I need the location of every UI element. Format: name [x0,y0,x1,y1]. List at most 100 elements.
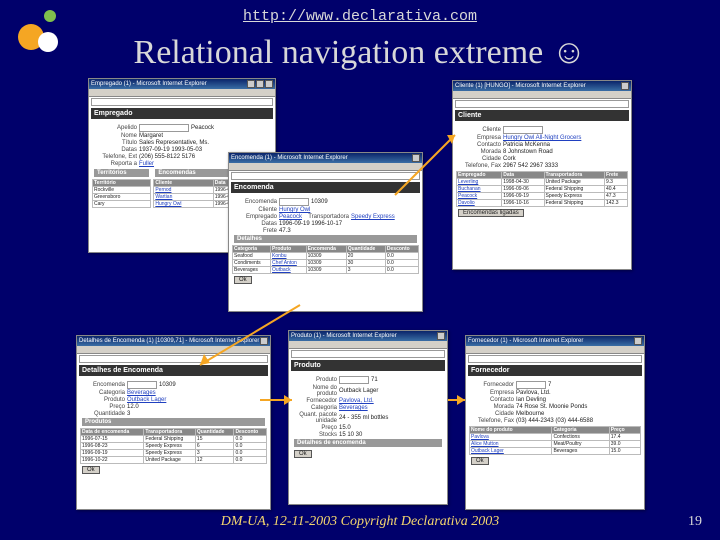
close-icon[interactable] [634,337,642,345]
page-heading: Encomenda [231,182,420,193]
link[interactable]: Pavlova, Ltd. [339,398,374,404]
subheading: Detalhes [234,235,417,243]
label: Datas [232,221,277,227]
value: Ian Devling [516,397,546,403]
link[interactable]: Beverages [127,390,156,396]
address-bar[interactable] [91,98,273,106]
label: Quant. pacote unidade [292,412,337,424]
window-fornecedor: Fornecedor (1) - Microsoft Internet Expl… [465,335,645,510]
titlebar: Cliente (1) [HUNGO] - Microsoft Internet… [453,81,631,91]
close-icon[interactable] [260,337,268,345]
ok-button[interactable]: Ok [234,276,252,284]
min-icon[interactable] [247,80,255,88]
label: Stocks [292,432,337,438]
label: Reporta a [92,161,137,167]
value: (206) 555-8122 5176 [139,154,195,160]
ok-button[interactable]: Ok [82,466,100,474]
address-bar[interactable] [468,355,642,363]
field[interactable] [516,381,546,389]
value: 74 Rose St. Moonie Ponds [516,404,587,410]
value: Melbourne [516,411,544,417]
link[interactable]: Hungry Owl [279,207,310,213]
address-bar[interactable] [291,350,445,358]
titlebar-text: Cliente (1) [HUNGO] - Microsoft Internet… [455,81,586,91]
link[interactable]: Beverages [339,405,368,411]
label: Cliente [456,127,501,133]
label: Encomenda [80,382,125,388]
toolbar [89,89,275,97]
value: Patricia McKenna [503,142,550,148]
address-bar[interactable] [79,355,268,363]
link[interactable]: Fuller [139,161,154,167]
value: 10309 [311,199,328,205]
window-produto: Produto (1) - Microsoft Internet Explore… [288,330,448,505]
field[interactable] [503,126,543,134]
label: Título [92,140,137,146]
label: Empregado [232,214,277,220]
close-icon[interactable] [265,80,273,88]
label: Datas [92,147,137,153]
label: Contacto [469,397,514,403]
link[interactable]: Outback Lager [127,397,166,403]
label: Categoria [80,390,125,396]
close-icon[interactable] [621,82,629,90]
value: 2967 542 2967 3333 [503,163,558,169]
titlebar: Fornecedor (1) - Microsoft Internet Expl… [466,336,644,346]
page-heading: Empregado [91,108,273,119]
close-icon[interactable] [412,154,420,162]
close-icon[interactable] [437,332,445,340]
value: Peacock [191,125,214,131]
field[interactable] [139,124,189,132]
value: 1996-09-19 1996-10-17 [279,221,342,227]
label: Nome [92,133,137,139]
field[interactable] [339,376,369,384]
field[interactable] [127,381,157,389]
header-url: http://www.declarativa.com [0,8,720,25]
titlebar: Encomenda (1) - Microsoft Internet Explo… [229,153,422,163]
value: 8 Johnstown Road [503,149,553,155]
label: Empresa [469,390,514,396]
page-heading: Cliente [455,110,629,121]
address-bar[interactable] [231,172,420,180]
value: 47.3 [279,228,291,234]
label: Quantidade [80,411,125,417]
max-icon[interactable] [256,80,264,88]
page-heading: Detalhes de Encomenda [79,365,268,376]
value: 24 - 355 ml bottles [339,415,388,421]
label: Produto [292,377,337,383]
label: Fornecedor [292,398,337,404]
value: Pavlova, Ltd. [516,390,551,396]
subheading: Produtos [82,418,265,426]
label: Cidade [469,411,514,417]
value: (03) 444-2343 (03) 444-6588 [516,418,593,424]
label: Preço [80,404,125,410]
link[interactable]: Peacock [279,214,302,220]
titlebar-text: Empregado (1) - Microsoft Internet Explo… [91,79,207,89]
ok-button[interactable]: Ok [471,457,489,465]
value: 3 [127,411,130,417]
value: Outback Lager [339,388,378,394]
label: Transportadora [304,214,349,220]
address-bar[interactable] [455,100,629,108]
link[interactable]: Hungry Owl All-Night Grocers [503,135,581,141]
label: Empresa [456,135,501,141]
field[interactable] [279,198,309,206]
link[interactable]: Speedy Express [351,214,395,220]
window-encomenda: Encomenda (1) - Microsoft Internet Explo… [228,152,423,312]
value: Sales Representative, Ms. [139,140,209,146]
label: Contacto [456,142,501,148]
subheading: Detalhes de encomenda [294,439,442,447]
link-button[interactable]: Encomendas ligadas [458,209,524,217]
value: 7 [548,382,551,388]
ok-button[interactable]: Ok [294,450,312,458]
label: Telefone, Ext [92,154,137,160]
page-heading: Produto [291,360,445,371]
label: Morada [469,404,514,410]
label: Apelido [92,125,137,131]
label: Fornecedor [469,382,514,388]
label: Produto [80,397,125,403]
value: Margaret [139,133,163,139]
detalhes-table: CategoriaProdutoEncomendaQuantidadeDesco… [232,245,419,274]
titlebar: Produto (1) - Microsoft Internet Explore… [289,331,447,341]
value: 15.0 [339,425,351,431]
